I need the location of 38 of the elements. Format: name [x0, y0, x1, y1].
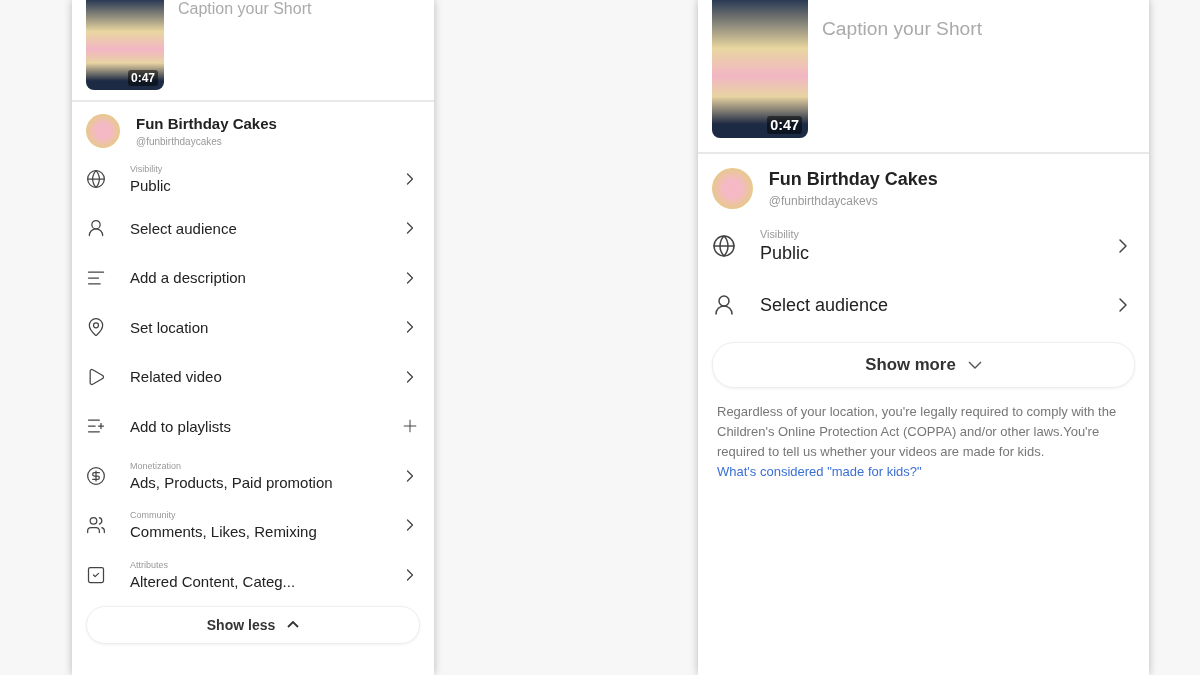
setting-value[interactable]: Related video [130, 368, 376, 386]
channel-name: Fun Birthday Cakes [136, 115, 277, 132]
setting-value[interactable]: Add a description [130, 269, 376, 287]
made-for-kids-link[interactable]: What's considered "made for kids?" [717, 463, 922, 479]
show-toggle-button[interactable]: Show less [86, 605, 420, 644]
chevron-up-icon [287, 621, 300, 628]
setting-label: Attributes [130, 559, 170, 570]
setting-icon [712, 234, 736, 259]
video-duration: 0:47 [127, 70, 158, 86]
channel-avatar [712, 168, 753, 210]
chevron-down-icon [967, 361, 982, 370]
setting-icon [86, 465, 106, 486]
setting-value[interactable]: Public [130, 176, 376, 194]
setting-value[interactable]: Select audience [130, 219, 376, 237]
setting-value[interactable]: Public [760, 243, 1087, 265]
channel-avatar [86, 114, 120, 148]
setting-icon [86, 168, 106, 189]
channel-handle: @funbirthdaycakevs [768, 194, 879, 209]
coppa-notice: Regardless of your location, you're legally required to comply with the Children's Online Protection Act (COPPA) and/or other laws.You're required to tell us whether your videos are made for kids. What's considered "made for kids?" [717, 402, 1118, 481]
setting-value[interactable]: Ads, Products, Paid promotion [130, 473, 376, 491]
channel-name: Fun Birthday Cakes [768, 169, 938, 191]
setting-value[interactable]: Add to playlists [130, 417, 376, 435]
setting-value[interactable]: Altered Content, Categ... [130, 572, 376, 590]
setting-icon [86, 317, 106, 338]
video-duration: 0:47 [767, 116, 802, 134]
setting-icon [86, 515, 106, 536]
channel-handle: @funbirthdaycakes [136, 136, 223, 147]
setting-icon [86, 218, 106, 239]
setting-label: Visibility [760, 228, 800, 241]
show-toggle-button[interactable]: Show more [712, 342, 1135, 388]
setting-label: Visibility [130, 163, 164, 174]
setting-value[interactable]: Select audience [760, 294, 1087, 316]
setting-label: Monetization [130, 460, 183, 471]
setting-value[interactable]: Comments, Likes, Remixing [130, 523, 376, 541]
setting-icon [86, 564, 106, 585]
setting-label: Community [130, 510, 177, 521]
setting-icon [712, 293, 736, 318]
setting-value[interactable]: Set location [130, 318, 376, 336]
